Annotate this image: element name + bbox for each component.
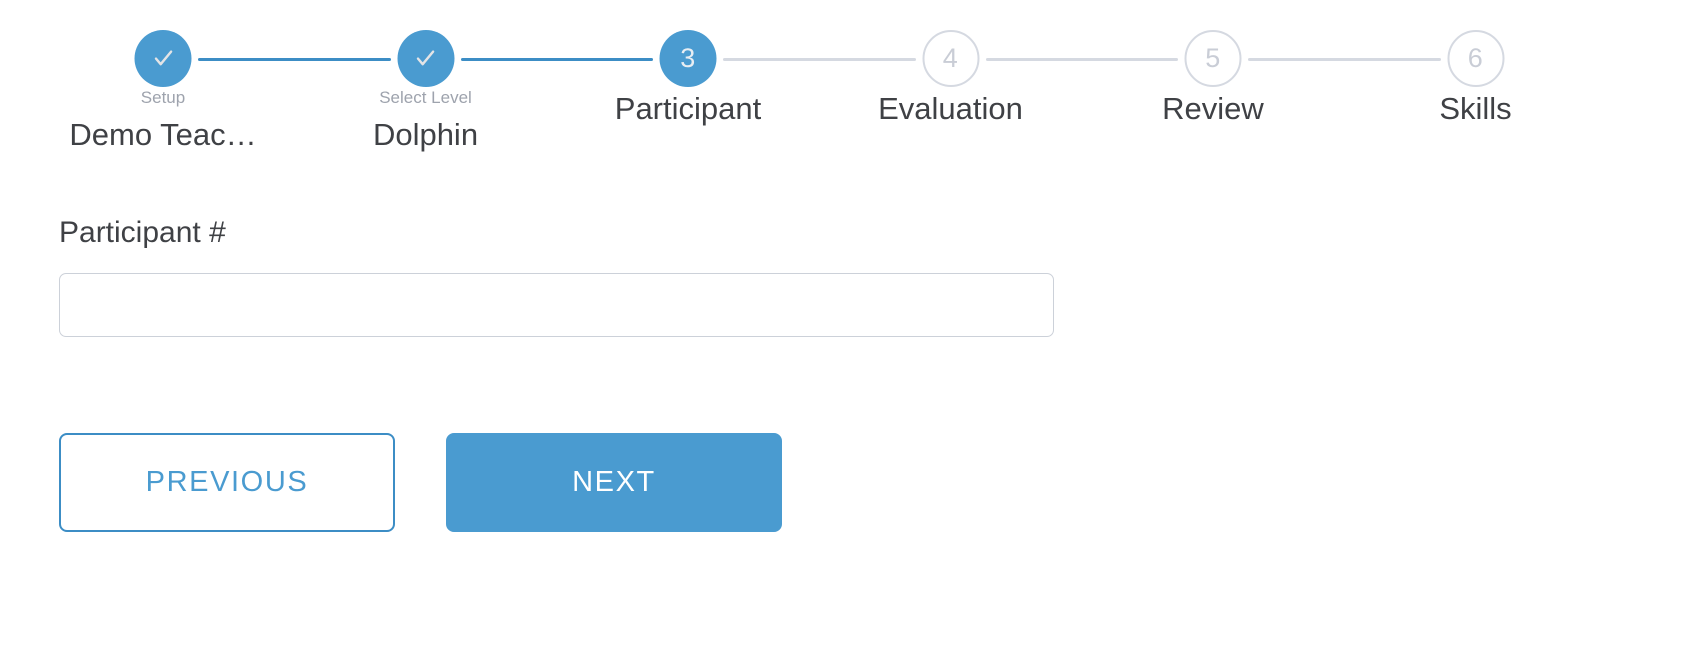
participant-number-label: Participant # (59, 216, 226, 249)
stepper-circle-row (32, 0, 294, 90)
stepper-label-5: Review (1162, 91, 1264, 126)
stepper-sub-label-1: Setup (140, 88, 186, 107)
stepper-circle-row: 4 (820, 0, 1082, 90)
stepper-label-4: Evaluation (878, 91, 1023, 126)
stepper-step-1[interactable]: Setup Demo Teac… (32, 0, 294, 152)
stepper-step-5[interactable]: 5 Review (1082, 0, 1344, 126)
stepper-circle-row: 3 (557, 0, 819, 90)
stepper-circle-2[interactable] (397, 30, 454, 87)
stepper-circle-3[interactable]: 3 (659, 30, 717, 87)
stepper-circle-4[interactable]: 4 (922, 30, 979, 87)
check-icon (154, 49, 172, 65)
stepper-label-6: Skills (1439, 91, 1512, 126)
stepper-number-4: 4 (942, 43, 959, 73)
participant-number-input[interactable] (59, 273, 1054, 337)
stepper-label-2: Dolphin (372, 117, 479, 152)
wizard-page: Setup Demo Teac… Select Level Dolphin 3 Parti… (0, 0, 1686, 654)
stepper-circle-row (295, 0, 557, 90)
stepper-circle-row: 5 (1082, 0, 1344, 90)
stepper-step-4[interactable]: 4 Evaluation (820, 0, 1082, 126)
previous-button[interactable]: PREVIOUS (59, 433, 395, 532)
wizard-stepper: Setup Demo Teac… Select Level Dolphin 3 Parti… (0, 0, 1686, 170)
stepper-step-3[interactable]: 3 Participant (557, 0, 819, 126)
stepper-number-6: 6 (1467, 43, 1484, 73)
participant-form: Participant # (59, 215, 1054, 337)
stepper-number-5: 5 (1205, 43, 1221, 73)
stepper-step-2[interactable]: Select Level Dolphin (295, 0, 557, 152)
check-icon (416, 49, 435, 65)
stepper-circle-5[interactable]: 5 (1184, 30, 1242, 87)
wizard-actions: PREVIOUS NEXT (59, 433, 782, 532)
stepper-label-1: Demo Teac… (69, 117, 257, 152)
stepper-sub-label-2: Select Level (379, 88, 472, 107)
stepper-circle-6[interactable]: 6 (1447, 30, 1504, 87)
stepper-circle-row: 6 (1345, 0, 1607, 90)
stepper-step-6[interactable]: 6 Skills (1345, 0, 1607, 126)
stepper-number-3: 3 (680, 43, 696, 73)
stepper-circle-1[interactable] (134, 30, 192, 87)
stepper-label-3: Participant (614, 91, 762, 126)
next-button[interactable]: NEXT (446, 433, 782, 532)
